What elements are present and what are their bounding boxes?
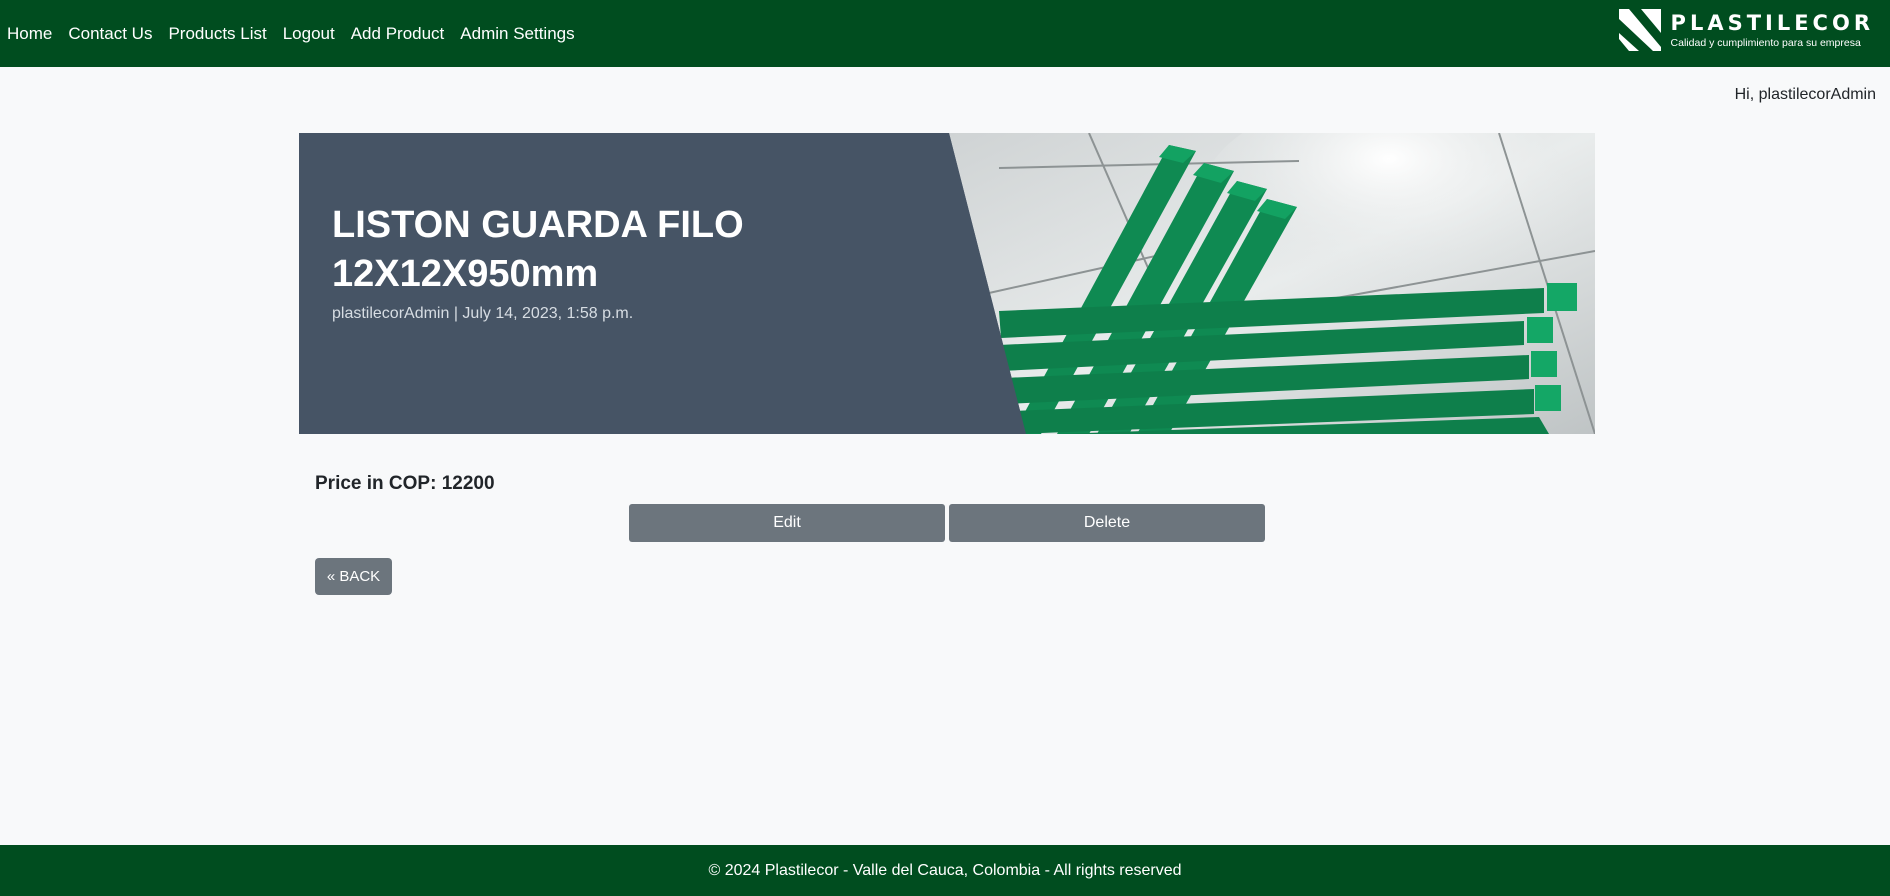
delete-button[interactable]: Delete [949,504,1265,542]
edit-button[interactable]: Edit [629,504,945,542]
nav-links: Home Contact Us Products List Logout Add… [0,0,591,67]
footer-text: © 2024 Plastilecor - Valle del Cauca, Co… [708,861,1182,879]
brand-text: PLASTILECOR Calidad y cumplimiento para … [1671,11,1874,50]
nav-logout-link[interactable]: Logout [283,25,335,42]
user-greeting: Hi, plastilecorAdmin [1734,86,1876,103]
nav-add-product-link[interactable]: Add Product [351,25,445,42]
page-footer: © 2024 Plastilecor - Valle del Cauca, Co… [0,845,1890,896]
hero-text: LISTON GUARDA FILO 12X12X950mm plastilec… [332,201,932,323]
plastilecor-logo-icon [1618,9,1661,51]
brand-name: PLASTILECOR [1670,10,1874,35]
product-hero: LISTON GUARDA FILO 12X12X950mm plastilec… [299,133,1595,434]
back-button[interactable]: « BACK [315,558,392,595]
product-meta: plastilecorAdmin | July 14, 2023, 1:58 p… [332,305,634,322]
product-price: Price in COP: 12200 [315,473,495,494]
product-title: LISTON GUARDA FILO 12X12X950mm [332,204,744,295]
nav-admin-settings-link[interactable]: Admin Settings [460,25,574,42]
nav-home-link[interactable]: Home [7,25,52,42]
brand-tagline: Calidad y cumplimiento para su empresa [1670,36,1861,49]
nav-products-list-link[interactable]: Products List [168,25,266,42]
top-navbar: Home Contact Us Products List Logout Add… [0,0,1890,67]
brand-logo[interactable]: PLASTILECOR Calidad y cumplimiento para … [1618,9,1874,51]
nav-contact-link[interactable]: Contact Us [68,25,152,42]
